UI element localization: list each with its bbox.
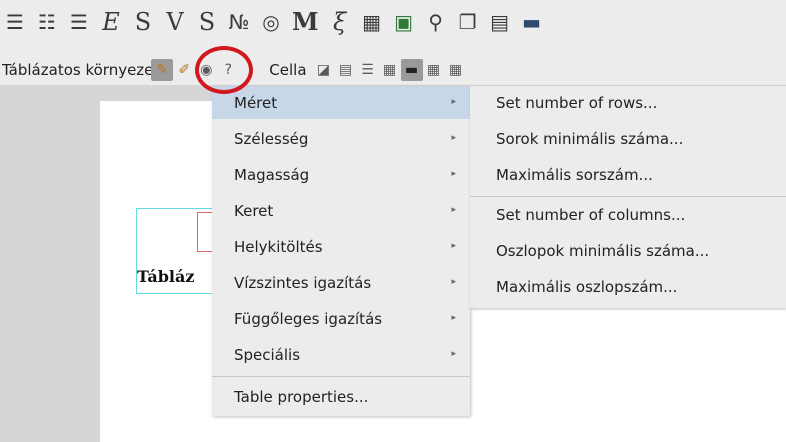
menu-item-meret[interactable]: Méret ▸ <box>212 86 470 119</box>
submenu-arrow-icon: ▸ <box>451 313 456 323</box>
cell-split-icon[interactable]: ◪ <box>313 59 335 81</box>
image-icon[interactable]: ▣ <box>393 10 415 34</box>
submenu-arrow-icon: ▸ <box>451 241 456 251</box>
menu-item-label: Keret <box>234 201 274 220</box>
table-toolbar: Táblázatos környezet ✎ ✐ ◉ ? Cella ◪ ▤ ☰… <box>0 55 786 85</box>
table-caption: Tábláz <box>137 267 195 286</box>
submenu-arrow-icon: ▸ <box>451 349 456 359</box>
menu-item-label: Table properties... <box>234 387 369 406</box>
submenu-item-set-columns[interactable]: Set number of columns... <box>470 198 786 232</box>
menu-item-label: Speciális <box>234 345 301 364</box>
menu-item-label: Helykitöltés <box>234 237 323 256</box>
menu-item-label: Vízszintes igazítás <box>234 273 372 292</box>
table-menu: Méret ▸ Szélesség ▸ Magasság ▸ Keret ▸ H… <box>212 86 470 416</box>
menu-item-vizszintes-igazitas[interactable]: Vízszintes igazítás ▸ <box>212 266 470 299</box>
italic-e-icon[interactable]: E <box>100 10 122 34</box>
toolbar-divider <box>0 44 786 55</box>
menu-item-helykitoltes[interactable]: Helykitöltés ▸ <box>212 230 470 263</box>
cell-grid-icon[interactable]: ▦ <box>379 59 401 81</box>
menu-item-label: Szélesség <box>234 129 309 148</box>
submenu-arrow-icon: ▸ <box>451 169 456 179</box>
table-settings-icon[interactable]: ✎ <box>151 59 174 81</box>
submenu-arrow-icon: ▸ <box>451 277 456 287</box>
submenu-arrow-icon: ▸ <box>451 133 456 143</box>
menu-item-szelesseg[interactable]: Szélesség ▸ <box>212 122 470 155</box>
size-submenu: Set number of rows... Sorok minimális sz… <box>470 86 786 308</box>
menu-item-table-properties[interactable]: Table properties... <box>212 380 470 413</box>
submenu-arrow-icon: ▸ <box>451 97 456 107</box>
numero-icon[interactable]: № <box>228 10 250 34</box>
link-icon[interactable]: ⚲ <box>425 10 447 34</box>
submenu-item-min-rows[interactable]: Sorok minimális száma... <box>470 122 786 156</box>
align-right-icon[interactable]: ☰ <box>68 10 90 34</box>
cell-text-align-icon[interactable]: ☰ <box>357 59 379 81</box>
submenu-item-max-rows[interactable]: Maximális sorszám... <box>470 158 786 192</box>
eye-icon[interactable]: ◉ <box>195 59 217 81</box>
monitor-icon[interactable]: ▬ <box>521 10 543 34</box>
s-icon[interactable]: S <box>132 10 154 34</box>
submenu-separator <box>470 196 786 197</box>
table-env-label: Táblázatos környezet <box>2 61 160 79</box>
cell-row-icon[interactable]: ▬ <box>400 59 423 81</box>
copy-icon[interactable]: ❐ <box>457 10 479 34</box>
xi-subscript-icon[interactable]: ξ <box>329 10 351 34</box>
menu-separator <box>212 376 470 377</box>
menu-item-keret[interactable]: Keret ▸ <box>212 194 470 227</box>
submenu-item-max-columns[interactable]: Maximális oszlopszám... <box>470 270 786 304</box>
align-left-icon[interactable]: ☰ <box>4 10 26 34</box>
menu-item-label: Magasság <box>234 165 310 184</box>
menu-item-fuggoleges-igazitas[interactable]: Függőleges igazítás ▸ <box>212 302 470 335</box>
help-icon[interactable]: ? <box>217 59 239 81</box>
math-m-icon[interactable]: M <box>292 10 319 34</box>
cell-border-all-icon[interactable]: ▦ <box>445 59 467 81</box>
v-icon[interactable]: V <box>164 10 186 34</box>
cell-label: Cella <box>269 61 307 79</box>
shape-icon[interactable]: ◎ <box>260 10 282 34</box>
cell-border-icon[interactable]: ▦ <box>423 59 445 81</box>
menu-item-specialis[interactable]: Speciális ▸ <box>212 338 470 371</box>
submenu-item-set-rows[interactable]: Set number of rows... <box>470 86 786 120</box>
menu-item-label: Függőleges igazítás <box>234 309 383 328</box>
menu-item-label: Méret <box>234 93 278 112</box>
submenu-item-min-columns[interactable]: Oszlopok minimális száma... <box>470 234 786 268</box>
s-underline-icon[interactable]: S <box>196 10 218 34</box>
align-center-icon[interactable]: ☷ <box>36 10 58 34</box>
menu-item-magassag[interactable]: Magasság ▸ <box>212 158 470 191</box>
cell-align-icon[interactable]: ▤ <box>335 59 357 81</box>
pen-icon[interactable]: ✐ <box>173 59 195 81</box>
film-icon[interactable]: ▤ <box>489 10 511 34</box>
submenu-arrow-icon: ▸ <box>451 205 456 215</box>
format-toolbar: ☰ ☷ ☰ E S V S № ◎ M ξ ▦ ▣ ⚲ ❐ ▤ ▬ <box>0 0 786 44</box>
table-grid-icon[interactable]: ▦ <box>361 10 383 34</box>
